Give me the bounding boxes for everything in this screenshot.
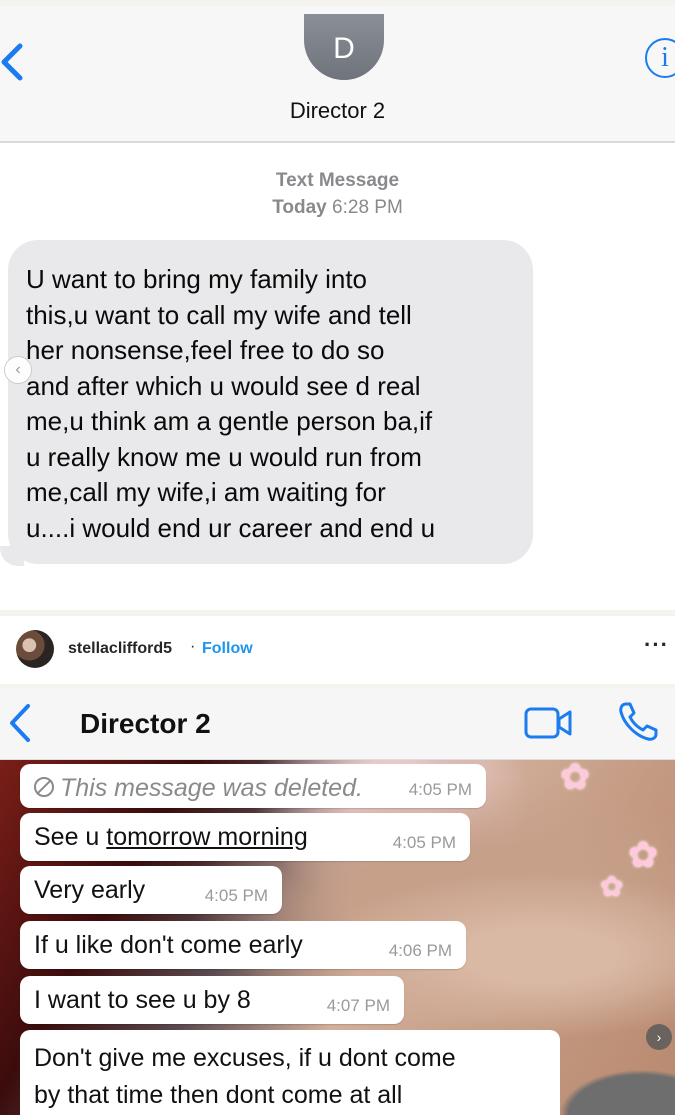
message-bubble[interactable]: Don't give me excuses, if u dont come by… <box>20 1030 560 1115</box>
flower-decoration: ✿ <box>560 760 591 797</box>
message-line: her nonsense,feel free to do so <box>26 335 385 365</box>
message-type-label: Text Message <box>275 170 400 191</box>
message-text: Very early <box>34 876 146 904</box>
video-call-icon[interactable] <box>524 706 574 740</box>
contact-avatar[interactable]: D <box>304 14 384 80</box>
message-bubble[interactable]: If u like don't come early 4:06 PM <box>20 921 466 969</box>
phone-icon[interactable] <box>616 700 660 744</box>
imessage-header: D Director 2 i <box>0 6 675 143</box>
message-line: u really know me u would run from <box>26 441 422 472</box>
chat-title[interactable]: Director 2 <box>80 708 211 740</box>
back-chevron-icon[interactable] <box>0 42 30 82</box>
back-chevron-icon[interactable] <box>8 702 32 744</box>
message-time: 4:06 PM <box>388 941 452 960</box>
message-text: I want to see u by 8 <box>34 986 251 1014</box>
avatar[interactable] <box>16 630 54 668</box>
contact-name[interactable]: Director 2 <box>0 98 675 124</box>
info-icon[interactable]: i <box>645 38 675 78</box>
message-text: This message was deleted. <box>60 774 363 802</box>
whatsapp-header: Director 2 <box>0 688 675 760</box>
message-text: If u like don't come early <box>34 931 303 959</box>
message-line: me,u think am a gentle person ba,if <box>26 406 433 436</box>
message-bubble[interactable]: See u tomorrow morning 4:05 PM <box>20 813 470 861</box>
incoming-message-bubble[interactable]: U want to bring my family into this,u wa… <box>8 240 533 564</box>
message-line: me,call my wife,i am waiting for <box>26 477 386 507</box>
message-line: Don't give me excuses, if u dont come <box>34 1044 456 1072</box>
message-date-link[interactable]: tomorrow morning <box>106 823 307 851</box>
deleted-message-bubble[interactable]: This message was deleted. 4:05 PM <box>20 764 486 808</box>
more-icon[interactable]: ··· <box>644 632 669 658</box>
timestamp-time: 6:28 PM <box>332 197 403 218</box>
message-timestamp: Today 6:28 PM <box>0 197 675 219</box>
message-line: by that time then dont come at all <box>34 1081 403 1109</box>
message-line: u....i would end ur career and end u <box>26 512 436 543</box>
timestamp-day: Today <box>272 197 327 218</box>
imessage-screenshot: D Director 2 i Text Message Today 6:28 P… <box>0 6 675 610</box>
message-line: and after which u would see d real <box>26 370 421 401</box>
message-line: U want to bring my family into <box>26 264 368 294</box>
carousel-prev-icon[interactable]: ‹ <box>4 356 32 384</box>
message-text: See u tomorrow morning <box>34 823 308 852</box>
flower-decoration: ✿ <box>600 871 624 902</box>
message-text-plain: See u <box>34 823 107 851</box>
message-time: 4:05 PM <box>408 780 472 799</box>
follow-button[interactable]: Follow <box>202 640 253 658</box>
username-link[interactable]: stellaclifford5 <box>68 640 172 658</box>
message-line: this,u want to call my wife and tell <box>26 299 412 330</box>
separator-dot: · <box>190 638 196 655</box>
flower-decoration: ✿ <box>628 834 659 875</box>
message-time: 4:07 PM <box>326 996 390 1015</box>
message-time: 4:05 PM <box>392 833 456 852</box>
instagram-post-header: stellaclifford5 · Follow ··· <box>0 616 675 684</box>
deleted-icon <box>34 777 54 797</box>
message-bubble[interactable]: Very early 4:05 PM <box>20 866 282 914</box>
message-bubble[interactable]: I want to see u by 8 4:07 PM <box>20 976 404 1024</box>
carousel-next-icon[interactable]: › <box>646 1024 672 1050</box>
message-time: 4:05 PM <box>204 886 268 905</box>
